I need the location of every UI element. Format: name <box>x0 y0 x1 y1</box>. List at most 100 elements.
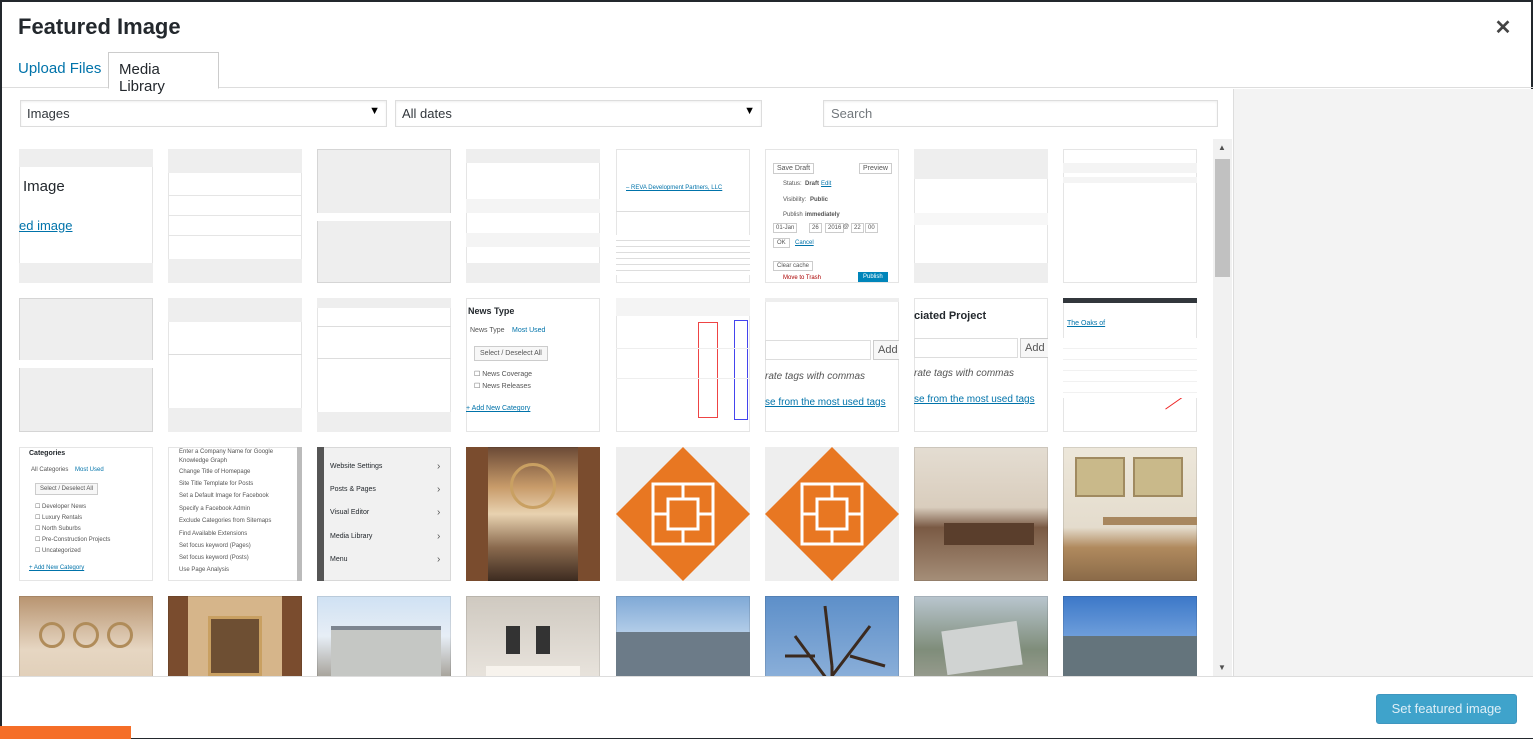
thumb-visibility-value: Public <box>810 197 829 203</box>
tab-upload-files[interactable]: Upload Files <box>8 52 111 89</box>
attachment-thumbnail[interactable] <box>466 596 600 676</box>
thumb-item: Set focus keyword (Posts) <box>179 555 249 561</box>
attachment-thumbnail[interactable] <box>1063 149 1197 283</box>
thumb-preview: Preview <box>859 163 892 174</box>
attachment-thumbnail[interactable] <box>19 298 153 432</box>
attachment-thumbnail[interactable] <box>168 149 302 283</box>
admin-bar-fragment <box>0 726 131 739</box>
attachment-thumbnail[interactable] <box>765 596 899 676</box>
media-type-value: Images <box>27 106 70 121</box>
thumb-status-value: Draft <box>805 181 820 187</box>
thumb-box-title: ciated Project <box>914 310 987 322</box>
attachment-thumbnail[interactable] <box>317 298 451 432</box>
attachment-thumbnail[interactable]: Image ed image <box>19 149 153 283</box>
media-type-filter[interactable]: Images ▼ <box>20 100 387 127</box>
thumb-item: Knowledge Graph <box>179 458 228 464</box>
attachment-thumbnail[interactable]: Enter a Company Name for Google Knowledg… <box>168 447 302 581</box>
logo-image <box>616 447 750 581</box>
thumb-at: @ <box>843 224 850 230</box>
attachment-thumbnail[interactable] <box>19 596 153 676</box>
thumb-stripe <box>19 149 153 167</box>
highlight-box-red <box>698 322 718 418</box>
thumb-item: Exclude Categories from Sitemaps <box>179 518 272 524</box>
thumb-select-button: Select / Deselect All <box>474 346 548 361</box>
photo-curtain <box>466 447 488 581</box>
attachment-thumbnail[interactable]: The Oaks of <box>1063 298 1197 432</box>
thumb-menu-item: Media Library <box>330 533 373 540</box>
thumb-stripe <box>19 263 153 283</box>
attachment-thumbnail[interactable]: ciated Project Add rate tags with commas… <box>914 298 1048 432</box>
attachment-thumbnail[interactable]: Add rate tags with commas se from the mo… <box>765 298 899 432</box>
thumb-item: ☐ Developer News <box>35 504 87 510</box>
attachment-thumbnail[interactable] <box>466 149 600 283</box>
photo-mirror <box>107 622 133 648</box>
thumb-cancel: Cancel <box>795 240 814 246</box>
thumb-adminbar <box>1063 298 1197 303</box>
scrollbar-thumb[interactable] <box>1215 159 1230 277</box>
attachment-thumbnail[interactable]: – REVA Development Partners, LLC <box>616 149 750 283</box>
attachment-thumbnail[interactable]: News Type News Type Most Used Select / D… <box>466 298 600 432</box>
photo-tree <box>785 605 886 676</box>
thumb-box-title: News Type <box>468 306 515 316</box>
thumb-month: 01-Jan <box>773 223 798 233</box>
tab-media-library[interactable]: Media Library <box>108 52 219 95</box>
attachment-thumbnail[interactable] <box>616 298 750 432</box>
thumb-item: ☐ News Releases <box>474 383 531 390</box>
attachment-thumbnail[interactable] <box>1063 596 1197 676</box>
thumb-add-button: Add <box>873 340 899 360</box>
set-featured-image-button[interactable]: Set featured image <box>1376 694 1517 724</box>
thumb-title-link: The Oaks of <box>1067 320 1106 327</box>
attachment-thumbnail[interactable] <box>168 298 302 432</box>
thumb-status-label: Status: <box>783 181 802 187</box>
media-toolbar: Images ▼ All dates ▼ <box>2 89 1233 139</box>
close-icon[interactable]: ✕ <box>1493 18 1513 38</box>
photo-desk <box>1103 517 1197 525</box>
grid-scrollbar[interactable]: ▲ ▼ <box>1213 139 1232 676</box>
thumb-select-button: Select / Deselect All <box>35 483 99 495</box>
attachment-thumbnail[interactable] <box>914 149 1048 283</box>
attachment-thumbnail[interactable] <box>466 447 600 581</box>
scroll-down-icon[interactable]: ▼ <box>1218 663 1226 672</box>
attachment-thumbnail[interactable] <box>168 596 302 676</box>
thumb-stripe <box>914 213 1048 225</box>
thumb-stripe <box>168 149 302 173</box>
thumb-box-title: Categories <box>29 450 66 457</box>
date-filter[interactable]: All dates ▼ <box>395 100 762 127</box>
attachment-thumbnail[interactable] <box>616 447 750 581</box>
thumb-stripe <box>616 298 750 316</box>
photo-townhouses <box>1063 636 1197 676</box>
search-input[interactable] <box>823 100 1218 127</box>
thumb-item: ☐ North Suburbs <box>35 526 81 532</box>
thumb-stripe <box>765 298 899 302</box>
thumb-scrollbar <box>297 447 302 581</box>
thumb-stripe <box>317 213 451 221</box>
attachment-thumbnail[interactable]: Save Draft Preview Status: Draft Edit Vi… <box>765 149 899 283</box>
attachment-thumbnail[interactable] <box>317 596 451 676</box>
thumb-item: ☐ Uncategorized <box>35 548 81 554</box>
attachment-thumbnail[interactable] <box>616 596 750 676</box>
attachment-thumbnail[interactable]: Categories All Categories Most Used Sele… <box>19 447 153 581</box>
thumb-tab-most: Most Used <box>512 327 546 334</box>
thumb-add-category: + Add New Category <box>29 565 85 571</box>
attachment-thumbnail[interactable] <box>317 149 451 283</box>
thumb-visibility-label: Visibility: <box>783 197 807 203</box>
attachment-thumbnail[interactable] <box>1063 447 1197 581</box>
scroll-up-icon[interactable]: ▲ <box>1218 143 1226 152</box>
thumb-stripe <box>466 199 600 213</box>
photo-mirror <box>536 626 550 654</box>
thumb-stripe <box>317 412 451 432</box>
thumb-most-used-link: se from the most used tags <box>765 397 886 408</box>
attachment-thumbnail[interactable]: Website Settings Posts & Pages Visual Ed… <box>317 447 451 581</box>
thumb-minute: 00 <box>865 223 878 233</box>
attachment-thumbnail[interactable] <box>914 447 1048 581</box>
thumb-stripe <box>19 360 153 368</box>
thumb-line <box>168 215 302 216</box>
attachment-thumbnail[interactable] <box>765 447 899 581</box>
modal-title: Featured Image <box>18 14 181 39</box>
thumb-company: – REVA Development Partners, LLC <box>626 185 723 191</box>
attachment-thumbnail[interactable] <box>914 596 1048 676</box>
thumb-stripe <box>1063 177 1197 183</box>
thumb-menu-item: Visual Editor <box>330 509 370 516</box>
thumb-stripe <box>466 233 600 247</box>
thumb-item: Enter a Company Name for Google <box>179 449 274 455</box>
